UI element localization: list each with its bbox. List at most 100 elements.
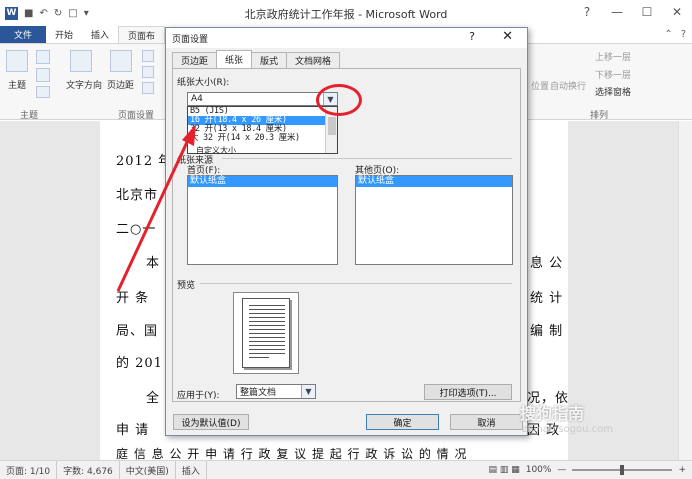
position-label[interactable]: 位置 [531,79,549,92]
help-icon[interactable]: ? [681,29,686,40]
apply-to-label: 应用于(Y): [177,391,220,401]
zoom-slider-thumb[interactable] [620,465,625,475]
doc-fragment-3: 编 制 [530,324,564,339]
preview-line [249,329,285,330]
doc-line-8: 全 [146,391,161,406]
window-controls: ? — ☐ ✕ [572,0,692,24]
size-icon[interactable] [142,66,154,78]
themes-icon[interactable] [6,50,28,72]
text-direction-label[interactable]: 文字方向 [66,78,102,91]
themes-group-label: 主题 [20,111,39,121]
custom-size-fragment: 自定义大小 [196,146,236,155]
insert-mode[interactable]: 插入 [176,461,207,479]
tab-home[interactable]: 开始 [46,26,82,43]
selection-pane-button[interactable]: 选择窗格 [595,85,631,98]
preview-line [249,353,285,354]
dialog-title-bar: 页面设置 ? ✕ [166,28,527,48]
ribbon-right-controls: ⌃ ? [664,26,692,43]
theme-colors-icon[interactable] [36,50,50,64]
annotation-circle [316,84,362,116]
doc-fragment-1: 息 公 [530,256,564,271]
tab-file[interactable]: 文件 [0,26,47,43]
preview-line [249,357,269,358]
other-pages-listbox[interactable]: 默认纸盒 [355,175,513,265]
bring-forward-button[interactable]: 上移一层 [595,50,631,63]
save-icon[interactable]: ■ [24,8,33,19]
text-direction-icon[interactable] [70,50,92,72]
undo-icon[interactable]: ↶ [39,8,47,19]
customize-qat-icon[interactable]: ▾ [84,8,89,19]
page-preview [233,292,299,374]
zoom-level[interactable]: 100% [526,465,552,475]
tab-margins[interactable]: 页边距 [172,52,218,68]
zoom-in-button[interactable]: + [678,465,686,475]
tab-insert[interactable]: 插入 [82,26,118,43]
paper-option-large-32k[interactable]: 大 32 开(14 x 20.3 厘米) [188,134,337,143]
paper-source-divider [222,158,512,159]
preview-line [249,313,285,314]
chevron-down-icon[interactable]: ▼ [301,385,315,398]
themes-button-label[interactable]: 主题 [8,78,26,91]
doc-line-7: 的 201 [116,356,163,371]
doc-fragment-2: 统 计 [530,291,564,306]
collapse-ribbon-icon[interactable]: ⌃ [664,29,672,40]
title-bar: W ■ ↶ ↻ □ ▾ 北京政府统计工作年报 - Microsoft Word … [0,0,692,26]
close-button[interactable]: ✕ [662,0,692,24]
new-doc-icon[interactable]: □ [68,8,77,19]
first-page-tray-item[interactable]: 默认纸盒 [188,176,337,187]
doc-line-4: 本 [146,256,161,271]
quick-access-toolbar: ■ ↶ ↻ □ ▾ [24,8,89,19]
preview-line [249,305,285,306]
preview-line [249,341,285,342]
dialog-tabs: 页边距 纸张 版式 文档网格 [172,50,341,68]
theme-fonts-icon[interactable] [36,68,50,82]
preview-line [249,321,285,322]
set-as-default-button[interactable]: 设为默认值(D) [173,414,249,430]
watermark-url: zhinan.sogou.com [522,424,614,435]
margins-icon[interactable] [110,50,132,72]
theme-effects-icon[interactable] [36,86,50,98]
dialog-help-button[interactable]: ? [469,30,475,43]
print-options-button[interactable]: 打印选项(T)... [424,384,512,400]
arrange-group-label: 排列 [590,111,609,121]
doc-line-5: 开 条 [116,291,150,306]
zoom-slider[interactable] [572,465,673,475]
columns-icon[interactable] [142,82,154,94]
dialog-close-button[interactable]: ✕ [502,29,513,44]
zoom-out-button[interactable]: — [557,465,566,475]
minimize-button[interactable]: — [602,0,632,24]
page-count[interactable]: 页面: 1/10 [0,461,58,479]
wrap-text-label[interactable]: 自动换行 [550,79,586,92]
paper-size-label: 纸张大小(R): [177,78,230,88]
paper-size-value: A4 [191,94,203,104]
tab-paper[interactable]: 纸张 [216,50,253,68]
vertical-scrollbar[interactable] [678,121,692,460]
apply-to-value: 整篇文档 [240,388,277,398]
margins-label[interactable]: 页边距 [107,78,134,91]
send-backward-button[interactable]: 下移一层 [595,68,631,81]
preview-label: 预览 [177,281,196,291]
help-button[interactable]: ? [572,0,602,24]
language-indicator[interactable]: 中文(美国) [120,461,176,479]
status-bar: 页面: 1/10 字数: 4,676 中文(美国) 插入 ▤ ▥ ▦ 100% … [0,460,692,479]
tab-page-layout[interactable]: 页面布 [118,26,166,43]
redo-icon[interactable]: ↻ [54,8,62,19]
preview-sheet [242,298,290,368]
word-count[interactable]: 字数: 4,676 [57,461,120,479]
cancel-button[interactable]: 取消 [450,414,523,430]
tab-layout[interactable]: 版式 [251,52,288,68]
first-page-listbox[interactable]: 默认纸盒 [187,175,338,265]
preview-divider [200,283,512,284]
maximize-button[interactable]: ☐ [632,0,662,24]
options-scrollbar-thumb[interactable] [328,117,336,135]
word-app-icon[interactable]: W [5,6,18,20]
doc-line-1: 2012 年 [116,154,173,169]
tab-document-grid[interactable]: 文档网格 [286,52,341,68]
watermark-brand: 搜狗指南 [520,404,585,423]
apply-to-dropdown[interactable]: 整篇文档 ▼ [236,384,316,399]
preview-line [249,345,285,346]
view-mode-icons[interactable]: ▤ ▥ ▦ [488,465,519,475]
orientation-icon[interactable] [142,50,154,62]
ok-button[interactable]: 确定 [366,414,439,430]
other-pages-tray-item[interactable]: 默认纸盒 [356,176,512,187]
